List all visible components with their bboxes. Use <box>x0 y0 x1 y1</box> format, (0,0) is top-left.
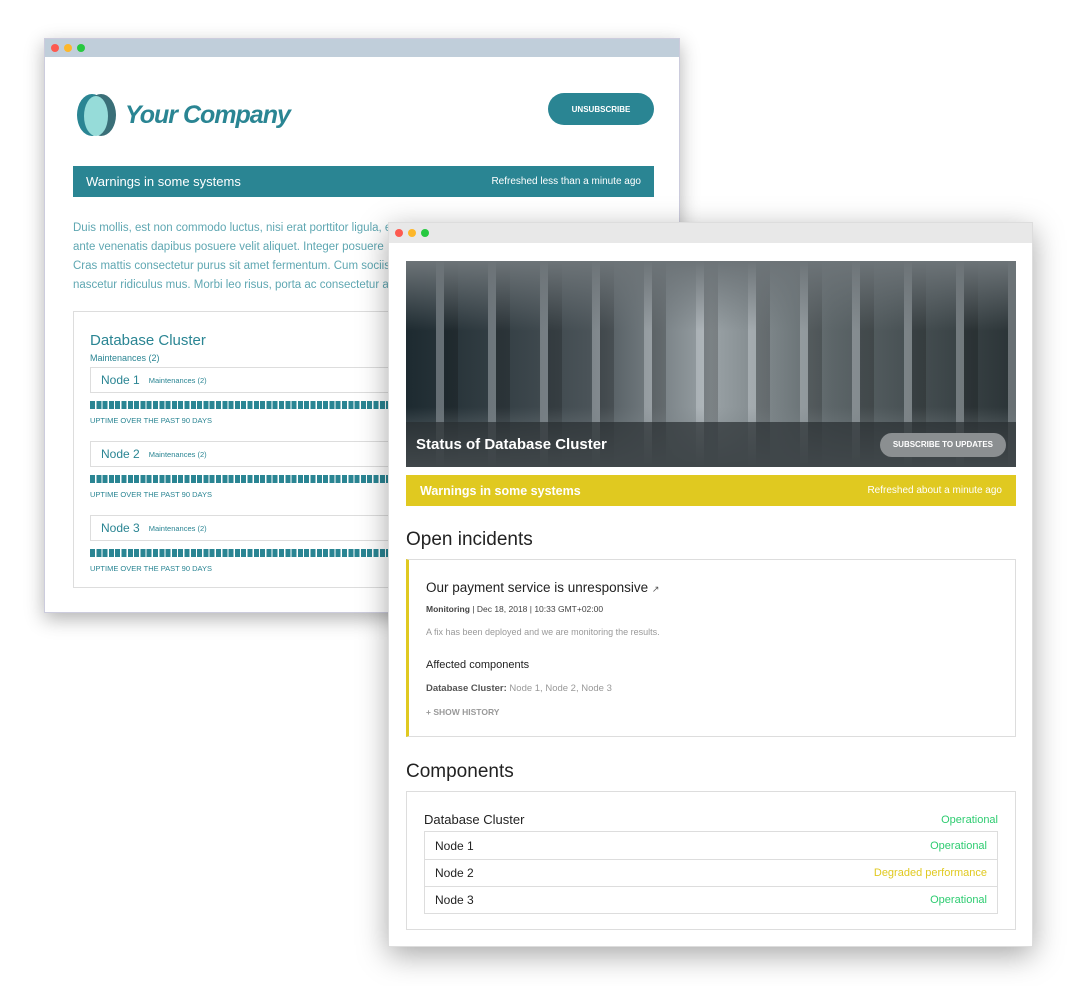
window-titlebar <box>45 39 679 57</box>
status-badge: Degraded performance <box>873 867 987 879</box>
node-name: Node 2 <box>101 447 140 461</box>
maximize-icon[interactable] <box>421 229 429 237</box>
subscribe-button[interactable]: SUBSCRIBE TO UPDATES <box>879 432 1006 457</box>
node-name: Node 3 <box>101 521 140 535</box>
incident-description: A fix has been deployed and we are monit… <box>426 627 660 637</box>
incident-date: | Dec 18, 2018 | 10:33 GMT+02:00 <box>469 604 604 614</box>
hero-ceiling <box>406 261 1016 331</box>
status-badge: Operational <box>941 813 998 826</box>
affected-group: Database Cluster: <box>426 683 507 694</box>
affected-components: Database Cluster: Node 1, Node 2, Node 3 <box>426 683 998 694</box>
company-logo: Your Company <box>75 93 291 137</box>
maximize-icon[interactable] <box>77 44 85 52</box>
status-badge: Operational <box>930 894 987 906</box>
status-badge: Operational <box>930 839 987 852</box>
banner-title: Warnings in some systems <box>420 483 581 498</box>
close-icon[interactable] <box>395 229 403 237</box>
status-page-window: Status of Database Cluster SUBSCRIBE TO U… <box>388 222 1033 947</box>
close-icon[interactable] <box>51 44 59 52</box>
status-banner: Warnings in some systems Refreshed less t… <box>73 166 654 197</box>
components-heading: Components <box>406 761 514 782</box>
hero-image: Status of Database Cluster SUBSCRIBE TO U… <box>406 261 1016 467</box>
banner-title: Warnings in some systems <box>86 174 241 189</box>
affected-heading: Affected components <box>426 659 530 671</box>
component-row: Node 3 Operational <box>425 886 997 913</box>
incident-title-text[interactable]: Our payment service is unresponsive <box>426 580 648 595</box>
show-history-button[interactable]: + SHOW HISTORY <box>426 707 499 717</box>
status-banner: Warnings in some systems Refreshed about … <box>406 475 1016 506</box>
open-incidents-heading: Open incidents <box>406 529 533 550</box>
incident-title[interactable]: Our payment service is unresponsive ↗ <box>426 580 998 595</box>
component-list: Node 1 Operational Node 2 Degraded perform… <box>424 831 998 914</box>
node-name: Node 1 <box>101 373 140 387</box>
node-maintenances[interactable]: Maintenances (2) <box>149 524 207 533</box>
components-card: Database Cluster Operational Node 1 Operat… <box>406 791 1016 930</box>
incident-card: Our payment service is unresponsive ↗ Mo… <box>406 559 1016 737</box>
affected-list: Node 1, Node 2, Node 3 <box>506 683 612 694</box>
component-name: Node 3 <box>435 893 474 907</box>
component-name: Node 1 <box>435 838 474 853</box>
banner-refresh: Refreshed about a minute ago <box>867 485 1002 496</box>
minimize-icon[interactable] <box>64 44 72 52</box>
node-maintenances[interactable]: Maintenances (2) <box>149 450 207 459</box>
incident-status: Monitoring <box>426 604 470 614</box>
banner-refresh: Refreshed less than a minute ago <box>491 176 641 187</box>
component-row: Node 1 Operational <box>425 832 997 859</box>
minimize-icon[interactable] <box>408 229 416 237</box>
unsubscribe-button[interactable]: UNSUBSCRIBE <box>548 93 654 125</box>
hero-bar: Status of Database Cluster SUBSCRIBE TO U… <box>406 422 1016 467</box>
page-title: Status of Database Cluster <box>416 436 607 453</box>
component-row: Node 2 Degraded performance <box>425 859 997 886</box>
incident-meta: Monitoring | Dec 18, 2018 | 10:33 GMT+02… <box>426 604 998 614</box>
component-group: Database Cluster Operational <box>424 812 998 827</box>
company-name: Your Company <box>125 100 291 129</box>
logo-icon <box>77 94 116 136</box>
component-name: Node 2 <box>435 866 474 880</box>
group-name: Database Cluster <box>424 812 525 827</box>
external-link-icon[interactable]: ↗ <box>652 584 660 594</box>
node-maintenances[interactable]: Maintenances (2) <box>149 376 207 385</box>
window-titlebar <box>389 223 1032 243</box>
